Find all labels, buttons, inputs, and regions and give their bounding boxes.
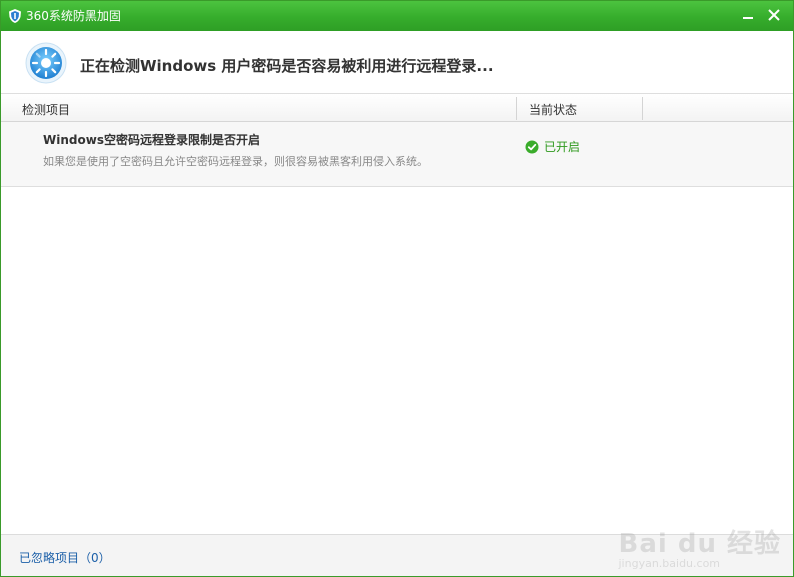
ignored-items-link[interactable]: 已忽略项目（0）	[19, 549, 111, 566]
window-title: 360系统防黑加固	[26, 9, 121, 23]
watermark-main: Bai du 经验	[618, 529, 781, 559]
minimize-button[interactable]	[737, 4, 759, 26]
status-cell: 已开启	[525, 138, 580, 155]
minimize-icon	[743, 17, 753, 19]
close-button[interactable]	[763, 4, 785, 26]
scan-header: 正在检测Windows 用户密码是否容易被利用进行远程登录...	[1, 31, 793, 93]
table-row[interactable]: Windows空密码远程登录限制是否开启 如果您是使用了空密码且允许空密码远程登…	[1, 122, 793, 187]
watermark: Bai du 经验 jingyan.baidu.com	[619, 523, 782, 570]
app-window: 360系统防黑加固 正在检测Windows 用户密码是否容易被利用进行远程登录.…	[0, 0, 794, 577]
title-bar[interactable]: 360系统防黑加固	[1, 1, 793, 31]
column-divider	[516, 97, 517, 120]
table-header: 检测项目 当前状态	[1, 93, 793, 122]
column-header-item[interactable]: 检测项目	[22, 101, 70, 118]
column-divider	[642, 97, 643, 120]
status-text: 已开启	[544, 140, 581, 154]
scan-status-text: 正在检测Windows 用户密码是否容易被利用进行远程登录...	[80, 57, 494, 75]
check-item-title: Windows空密码远程登录限制是否开启	[43, 133, 260, 147]
close-icon	[768, 9, 780, 21]
check-circle-icon	[525, 140, 539, 153]
scanning-icon	[25, 42, 67, 84]
shield-icon	[9, 9, 21, 23]
column-header-status[interactable]: 当前状态	[529, 101, 577, 118]
check-item-description: 如果您是使用了空密码且允许空密码远程登录，则很容易被黑客利用侵入系统。	[43, 155, 428, 168]
footer-bar: 已忽略项目（0） Bai du 经验 jingyan.baidu.com	[1, 529, 793, 576]
